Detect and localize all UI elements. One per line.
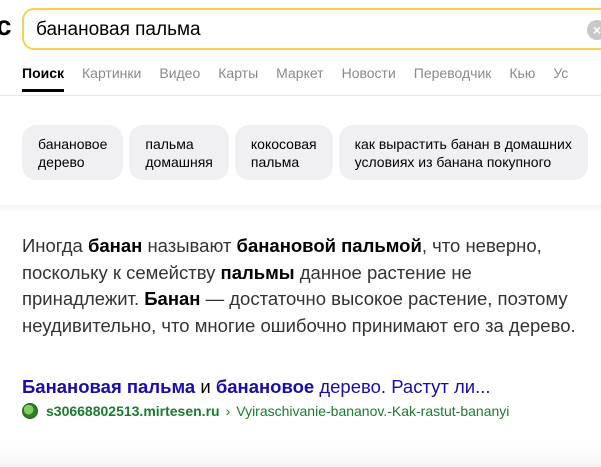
site-favicon-icon <box>22 403 38 419</box>
tab-translator[interactable]: Переводчик <box>414 64 492 92</box>
chip-line: дерево <box>38 154 85 170</box>
related-queries: банановое дерево пальма домашняя кокосов… <box>22 125 588 180</box>
related-query-chip[interactable]: банановое дерево <box>22 125 124 180</box>
tab-kyu[interactable]: Кью <box>509 64 535 92</box>
breadcrumb-separator: › <box>225 403 231 419</box>
snippet-text: Иногда <box>22 235 88 256</box>
result-path[interactable]: Vyiraschivanie-bananov.-Kak-rastut-banan… <box>236 402 509 420</box>
result-url[interactable]: s30668802513.mirtesen.ru › Vyiraschivani… <box>22 402 509 420</box>
result-domain[interactable]: s30668802513.mirtesen.ru <box>46 402 220 420</box>
title-highlight: банановое <box>215 376 315 397</box>
tab-news[interactable]: Новости <box>342 64 396 92</box>
section-divider <box>0 205 601 213</box>
search-input[interactable] <box>36 19 556 41</box>
result-title-link[interactable]: Банановая пальма и банановое дерево. Рас… <box>22 375 592 399</box>
logo-fragment[interactable]: с <box>0 12 12 40</box>
tab-video[interactable]: Видео <box>159 64 200 92</box>
title-highlight: Банановая пальма <box>22 376 196 397</box>
search-tabs: Поиск Картинки Видео Карты Маркет Новост… <box>22 64 586 92</box>
tab-images[interactable]: Картинки <box>82 64 141 92</box>
title-text: дерево. Растут ли... <box>314 376 491 397</box>
result-snippet: Иногда банан называют банановой пальмой,… <box>22 233 592 339</box>
title-text: и <box>195 376 216 397</box>
chip-line: пальма <box>145 136 194 152</box>
tab-services[interactable]: Ус <box>553 64 568 92</box>
snippet-highlight: пальмы <box>220 261 295 283</box>
clear-icon[interactable]: × <box>587 20 601 40</box>
snippet-text: называют <box>142 235 237 256</box>
bottom-divider <box>0 445 601 467</box>
related-query-chip[interactable]: кокосовая пальма <box>234 125 333 180</box>
tabs-divider <box>0 95 601 96</box>
chip-line: как вырастить банан в домашних <box>354 136 572 152</box>
snippet-highlight: банановой пальмой <box>236 235 422 256</box>
chip-line: условиях из банана покупного <box>354 154 552 170</box>
chip-line: пальма <box>250 154 300 170</box>
chip-line: кокосовая <box>250 136 317 152</box>
snippet-highlight: Банан <box>144 288 201 309</box>
chip-line: банановое <box>38 136 108 152</box>
related-query-chip[interactable]: как вырастить банан в домашних условиях … <box>338 125 588 180</box>
chip-line: домашняя <box>145 154 213 170</box>
snippet-highlight: банан <box>87 235 143 256</box>
tab-maps[interactable]: Карты <box>218 64 258 92</box>
search-box[interactable]: × <box>22 8 601 50</box>
related-query-chip[interactable]: пальма домашняя <box>129 125 229 180</box>
tab-search[interactable]: Поиск <box>22 64 65 92</box>
tab-market[interactable]: Маркет <box>276 64 323 92</box>
